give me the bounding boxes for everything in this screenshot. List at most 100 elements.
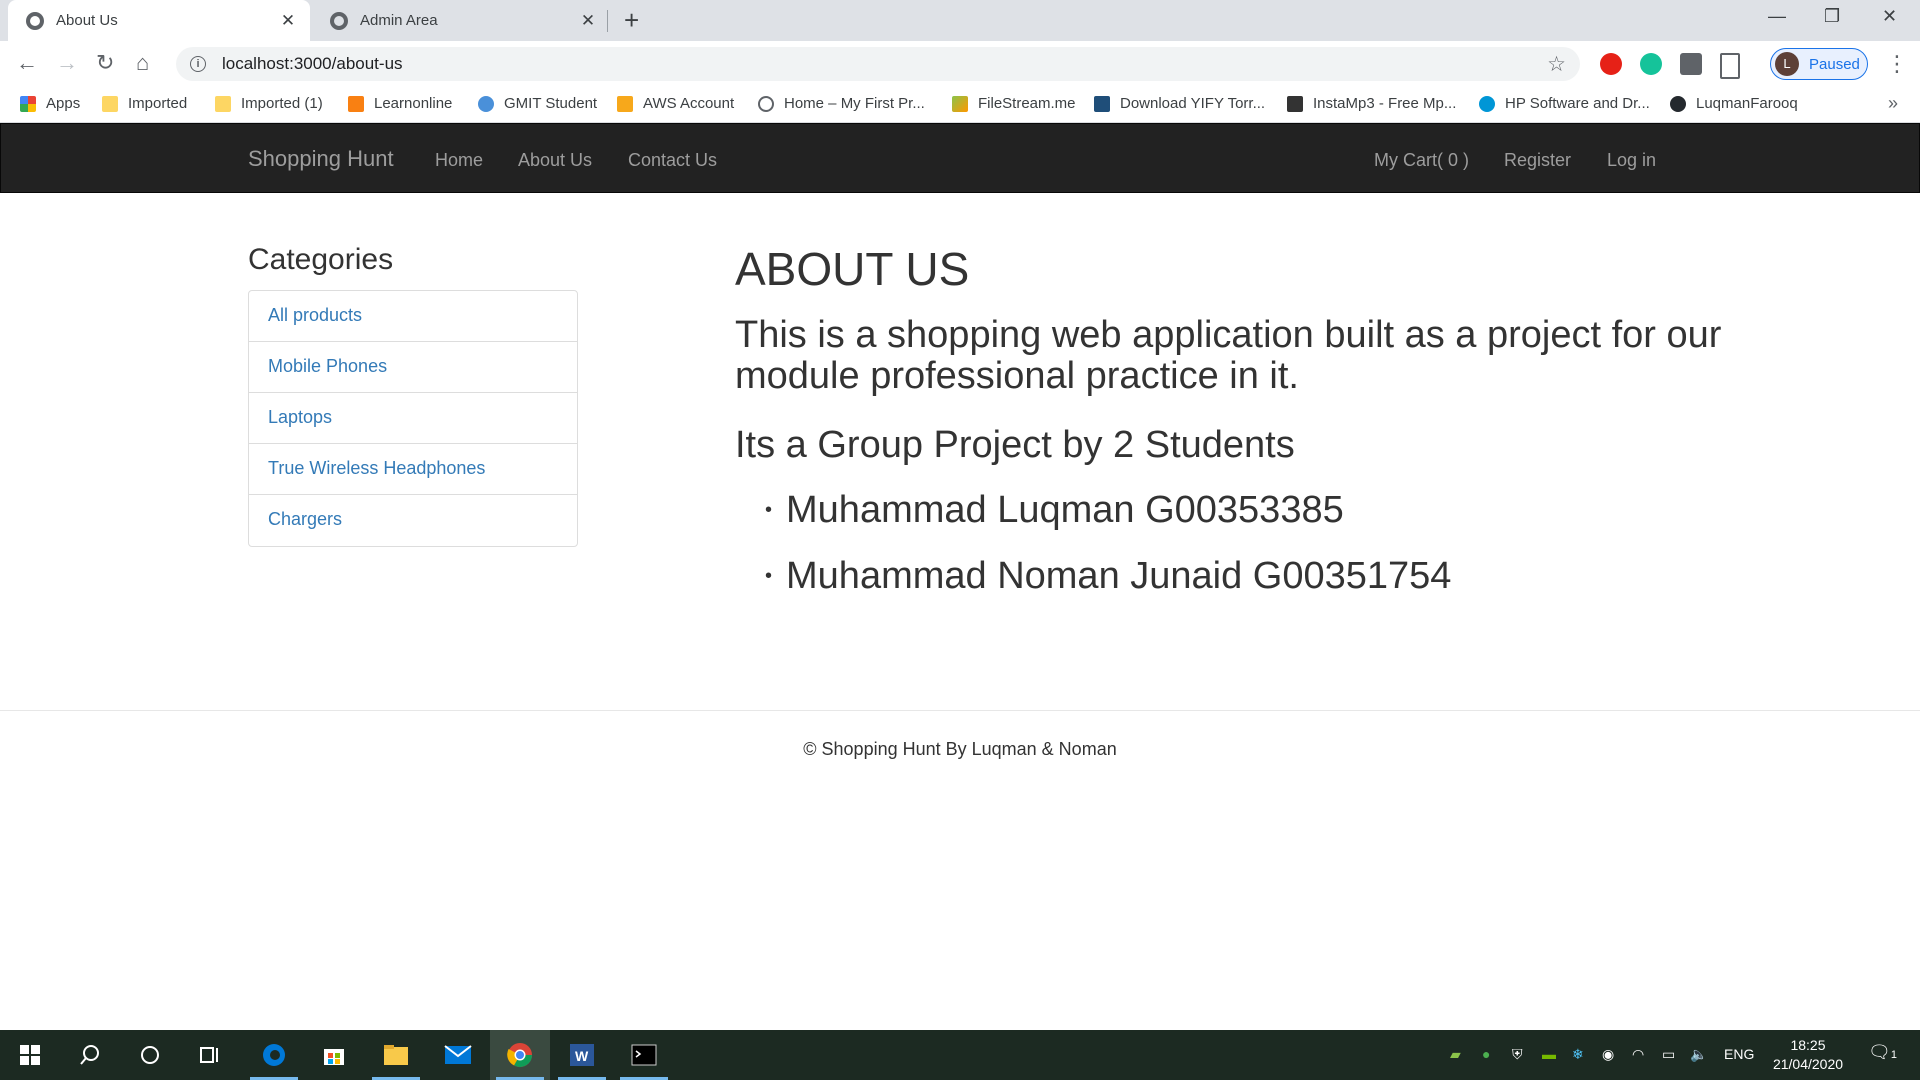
list-item: • Muhammad Luqman G00353385 bbox=[765, 489, 1344, 532]
aws-box-icon bbox=[617, 95, 633, 112]
category-true-wireless-headphones[interactable]: True Wireless Headphones bbox=[249, 444, 577, 495]
nav-about-us[interactable]: About Us bbox=[518, 150, 592, 171]
opera-extension-icon[interactable] bbox=[1600, 53, 1622, 75]
terminal-icon[interactable] bbox=[614, 1030, 674, 1080]
snowflake-icon[interactable]: ❄ bbox=[1572, 1046, 1584, 1063]
footer-text: © Shopping Hunt By Luqman & Noman bbox=[803, 739, 1117, 759]
task-view-icon[interactable] bbox=[180, 1030, 240, 1080]
search-icon[interactable] bbox=[60, 1030, 120, 1080]
tab-admin-area[interactable]: Admin Area ✕ bbox=[312, 0, 610, 41]
brand-link[interactable]: Shopping Hunt bbox=[248, 146, 394, 172]
profile-button[interactable]: L Paused bbox=[1770, 48, 1868, 80]
bookmark-yify[interactable]: Download YIFY Torr... bbox=[1094, 95, 1265, 112]
notification-count: 1 bbox=[1890, 1049, 1897, 1061]
svg-text:W: W bbox=[575, 1048, 589, 1064]
tab-about-us[interactable]: About Us ✕ bbox=[8, 0, 310, 41]
nav-my-cart[interactable]: My Cart( 0 ) bbox=[1374, 150, 1469, 171]
cortana-icon[interactable] bbox=[120, 1030, 180, 1080]
url-input[interactable] bbox=[220, 53, 1504, 75]
bookmark-filestream[interactable]: FileStream.me bbox=[952, 95, 1076, 112]
bookmarks-overflow-icon[interactable]: » bbox=[1888, 93, 1898, 114]
gear-icon bbox=[758, 95, 774, 112]
nav-home[interactable]: Home bbox=[435, 150, 483, 171]
home-icon[interactable]: ⌂ bbox=[136, 51, 149, 75]
bookmark-label: FileStream.me bbox=[978, 95, 1076, 112]
folder-icon bbox=[215, 95, 231, 112]
forward-arrow-icon[interactable]: → bbox=[56, 51, 78, 75]
tray-app-icon[interactable]: ● bbox=[1482, 1046, 1490, 1062]
instamp3-icon bbox=[1287, 95, 1303, 112]
bookmark-label: Imported (1) bbox=[241, 95, 323, 112]
student-name: Muhammad Noman Junaid G00351754 bbox=[786, 555, 1452, 597]
category-all-products[interactable]: All products bbox=[249, 291, 577, 342]
bookmark-imported[interactable]: Imported bbox=[102, 95, 187, 112]
chrome-icon[interactable] bbox=[490, 1030, 550, 1080]
windows-start-icon[interactable] bbox=[0, 1030, 60, 1080]
bookmark-apps[interactable]: Apps bbox=[20, 95, 80, 112]
clock[interactable]: 18:25 21/04/2020 bbox=[1766, 1036, 1850, 1074]
nvidia-icon[interactable]: ▬ bbox=[1542, 1046, 1556, 1062]
bookmark-star-icon[interactable]: ☆ bbox=[1547, 52, 1566, 77]
nav-login[interactable]: Log in bbox=[1607, 150, 1656, 171]
footer-divider bbox=[0, 710, 1920, 711]
bullet-icon: • bbox=[765, 565, 773, 587]
tray-app-icon[interactable]: ◉ bbox=[1602, 1046, 1614, 1063]
back-arrow-icon[interactable]: ← bbox=[16, 51, 38, 75]
volume-icon[interactable]: 🔈 bbox=[1690, 1046, 1707, 1063]
grammarly-extension-icon[interactable] bbox=[1640, 53, 1662, 75]
bookmark-home-my-first[interactable]: Home – My First Pr... bbox=[758, 95, 925, 112]
battery-icon[interactable]: ▭ bbox=[1662, 1046, 1675, 1063]
close-tab-icon[interactable]: ✕ bbox=[578, 11, 598, 31]
bullet-icon: • bbox=[765, 499, 773, 521]
group-heading: Its a Group Project by 2 Students bbox=[735, 424, 1295, 466]
clock-date: 21/04/2020 bbox=[1772, 1056, 1844, 1072]
nav-contact-us[interactable]: Contact Us bbox=[628, 150, 717, 171]
maximize-button[interactable]: ❐ bbox=[1824, 6, 1840, 27]
document-extension-icon[interactable] bbox=[1720, 53, 1740, 79]
bookmark-gmit-student[interactable]: GMIT Student bbox=[478, 95, 597, 112]
clock-time: 18:25 bbox=[1790, 1037, 1826, 1053]
mail-icon[interactable] bbox=[428, 1030, 488, 1080]
bookmark-instamp3[interactable]: InstaMp3 - Free Mp... bbox=[1287, 95, 1456, 112]
reload-icon[interactable]: ↻ bbox=[96, 51, 114, 75]
notifications-icon[interactable]: 🗨1 bbox=[1868, 1042, 1897, 1063]
category-mobile-phones[interactable]: Mobile Phones bbox=[249, 342, 577, 393]
tray-network-status-icon[interactable]: ▰ bbox=[1450, 1046, 1461, 1063]
category-chargers[interactable]: Chargers bbox=[249, 495, 577, 546]
category-laptops[interactable]: Laptops bbox=[249, 393, 577, 444]
edge-icon[interactable] bbox=[244, 1030, 304, 1080]
film-icon bbox=[1094, 95, 1110, 112]
store-icon[interactable] bbox=[304, 1030, 364, 1080]
categories-heading: Categories bbox=[248, 243, 394, 276]
tab-title: Admin Area bbox=[360, 12, 438, 29]
selenium-extension-icon[interactable] bbox=[1680, 53, 1702, 75]
close-window-button[interactable]: ✕ bbox=[1882, 6, 1897, 27]
student-name: Muhammad Luqman G00353385 bbox=[786, 489, 1344, 531]
wifi-icon[interactable]: ◠ bbox=[1632, 1046, 1644, 1063]
bookmark-learnonline[interactable]: Learnonline bbox=[348, 95, 452, 112]
language-indicator[interactable]: ENG bbox=[1724, 1046, 1754, 1062]
minimize-button[interactable]: — bbox=[1768, 6, 1786, 27]
nav-register[interactable]: Register bbox=[1504, 150, 1571, 171]
chrome-menu-icon[interactable]: ⋮ bbox=[1886, 51, 1908, 77]
bookmark-hp-software[interactable]: HP Software and Dr... bbox=[1479, 95, 1650, 112]
close-tab-icon[interactable]: ✕ bbox=[278, 11, 298, 31]
bookmarks-bar: Apps Imported Imported (1) Learnonline G… bbox=[0, 87, 1920, 123]
bookmark-aws-account[interactable]: AWS Account bbox=[617, 95, 734, 112]
bookmark-label: HP Software and Dr... bbox=[1505, 95, 1650, 112]
hp-icon bbox=[1479, 95, 1495, 112]
address-bar[interactable]: i ☆ bbox=[176, 47, 1580, 81]
tab-divider bbox=[607, 10, 608, 32]
new-tab-button[interactable]: + bbox=[624, 6, 639, 34]
info-icon[interactable]: i bbox=[190, 56, 206, 72]
defender-shield-icon[interactable]: ⛨ bbox=[1512, 1046, 1523, 1063]
windows-taskbar: W ▰ ● ⛨ ▬ ❄ ◉ ◠ ▭ 🔈 ENG 18:25 21/04/2020… bbox=[0, 1030, 1920, 1080]
file-explorer-icon[interactable] bbox=[366, 1030, 426, 1080]
apps-grid-icon bbox=[20, 95, 36, 112]
word-icon[interactable]: W bbox=[552, 1030, 612, 1080]
tab-title: About Us bbox=[56, 12, 118, 29]
bookmark-github[interactable]: LuqmanFarooq bbox=[1670, 95, 1798, 112]
bookmark-label: Imported bbox=[128, 95, 188, 112]
bookmark-imported-1[interactable]: Imported (1) bbox=[215, 95, 323, 112]
globe-icon bbox=[26, 11, 44, 30]
